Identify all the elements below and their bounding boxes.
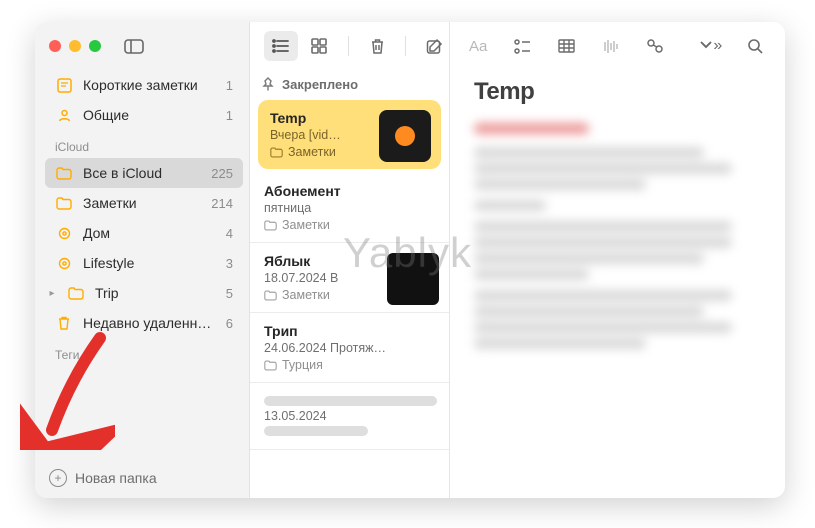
folder-icon — [55, 167, 73, 180]
plus-circle-icon: + — [49, 469, 67, 487]
window: Короткие заметки 1 Общие 1 iCloud Все в … — [35, 22, 785, 498]
folder-icon — [264, 360, 277, 371]
quick-note-icon — [55, 78, 73, 93]
blurred-content — [474, 118, 761, 349]
maximize-window[interactable] — [89, 40, 101, 52]
note-title: Трип — [264, 323, 437, 339]
sidebar-item-label: Общие — [83, 107, 216, 123]
minimize-window[interactable] — [69, 40, 81, 52]
sidebar-item-label: Lifestyle — [83, 255, 216, 271]
toolbar: Aa » — [250, 22, 785, 70]
sidebar-item-count: 5 — [226, 286, 233, 301]
note-item[interactable]: Трип 24.06.2024 Протяж… Турция — [250, 313, 449, 383]
titlebar — [35, 22, 249, 70]
note-folder: Заметки — [264, 218, 437, 232]
search-button[interactable] — [739, 31, 771, 61]
note-list-pane: Закреплено Temp Вчера [vid… Заметки Абон… — [250, 22, 450, 498]
sidebar-item-label: Заметки — [83, 195, 201, 211]
sidebar-section-icloud: iCloud — [45, 130, 243, 158]
sidebar-item-lifestyle[interactable]: Lifestyle 3 — [45, 248, 243, 278]
note-folder: Турция — [264, 358, 437, 372]
table-button[interactable] — [550, 31, 582, 61]
note-item[interactable]: 13.05.2024 — [250, 383, 449, 450]
toolbar-divider — [348, 36, 349, 56]
gear-icon — [55, 256, 73, 271]
sidebar-item-quick[interactable]: Короткие заметки 1 — [45, 70, 243, 100]
view-grid-button[interactable] — [302, 31, 336, 61]
more-button[interactable]: » — [695, 31, 727, 61]
sidebar-item-all-icloud[interactable]: Все в iCloud 225 — [45, 158, 243, 188]
note-item[interactable]: Абонемент пятница Заметки — [250, 173, 449, 243]
sidebar-content: Короткие заметки 1 Общие 1 iCloud Все в … — [35, 70, 249, 458]
pinned-header: Закреплено — [250, 70, 449, 98]
sidebar-section-tags: Теги — [45, 338, 243, 366]
sidebar-item-label: Короткие заметки — [83, 77, 216, 93]
pinned-label: Закреплено — [282, 77, 358, 92]
note-subtitle: 24.06.2024 Протяж… — [264, 341, 437, 355]
sidebar-item-label: Недавно удаленн… — [83, 315, 216, 331]
sidebar-item-trash[interactable]: Недавно удаленн… 6 — [45, 308, 243, 338]
folder-icon — [55, 197, 73, 210]
sidebar-item-label: Дом — [83, 225, 216, 241]
view-list-button[interactable] — [264, 31, 298, 61]
note-thumbnail — [379, 110, 431, 162]
checklist-button[interactable] — [506, 31, 538, 61]
pin-icon — [262, 77, 274, 91]
blurred-title — [264, 396, 437, 406]
note-list: Temp Вчера [vid… Заметки Абонемент пятни… — [250, 98, 449, 498]
format-button[interactable]: Aa — [462, 31, 494, 61]
note-content[interactable]: Temp — [450, 70, 785, 498]
note-title: Абонемент — [264, 183, 437, 199]
sidebar-item-count: 3 — [226, 256, 233, 271]
sidebar-item-count: 214 — [211, 196, 233, 211]
note-item[interactable]: Temp Вчера [vid… Заметки — [258, 100, 441, 169]
sidebar-item-home[interactable]: Дом 4 — [45, 218, 243, 248]
sidebar-item-count: 4 — [226, 226, 233, 241]
trash-icon — [55, 316, 73, 331]
note-thumbnail — [387, 253, 439, 305]
note-subtitle: 13.05.2024 — [264, 409, 437, 423]
sidebar-item-count: 1 — [226, 108, 233, 123]
note-subtitle: пятница — [264, 201, 437, 215]
sidebar-toggle-icon[interactable] — [123, 37, 145, 55]
sidebar-item-label: Все в iCloud — [83, 165, 201, 181]
folder-icon — [67, 287, 85, 300]
sidebar-item-trip[interactable]: ▸ Trip 5 — [45, 278, 243, 308]
note-item[interactable]: Яблык 18.07.2024 В Заметки — [250, 243, 449, 313]
new-note-button[interactable] — [418, 31, 450, 61]
media-button[interactable] — [595, 31, 627, 61]
main-pane: Aa » Temp — [450, 22, 785, 498]
folder-icon — [264, 220, 277, 231]
sidebar-item-label: Trip — [95, 285, 216, 301]
folder-icon — [270, 147, 283, 158]
delete-button[interactable] — [361, 31, 393, 61]
shared-icon — [55, 108, 73, 123]
note-title: Temp — [474, 78, 761, 106]
sidebar-item-count: 225 — [211, 166, 233, 181]
folder-icon — [264, 290, 277, 301]
sidebar-item-notes[interactable]: Заметки 214 — [45, 188, 243, 218]
sidebar: Короткие заметки 1 Общие 1 iCloud Все в … — [35, 22, 250, 498]
gear-icon — [55, 226, 73, 241]
new-folder-label: Новая папка — [75, 470, 157, 486]
new-folder-button[interactable]: + Новая папка — [35, 458, 249, 498]
link-button[interactable] — [639, 31, 671, 61]
sidebar-item-count: 1 — [226, 78, 233, 93]
close-window[interactable] — [49, 40, 61, 52]
chevron-right-icon[interactable]: ▸ — [47, 288, 57, 299]
sidebar-item-count: 6 — [226, 316, 233, 331]
toolbar-divider — [405, 36, 406, 56]
blurred-folder — [264, 426, 368, 436]
sidebar-item-shared[interactable]: Общие 1 — [45, 100, 243, 130]
